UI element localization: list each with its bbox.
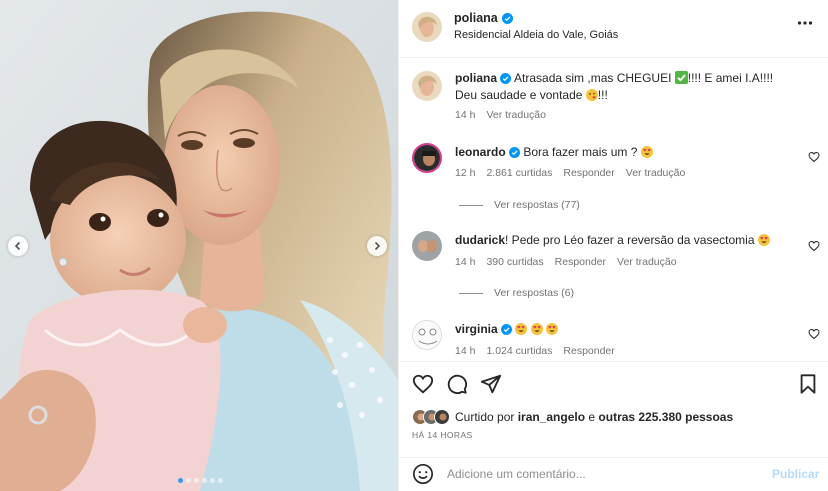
caption-line1: Atrasada sim ,mas CHEGUEI (514, 71, 672, 85)
liked-by-text: Curtido por iran_angelo e outras 225.380… (455, 410, 733, 424)
more-horizontal-icon (797, 21, 813, 25)
emoji-smiley-icon[interactable] (412, 463, 434, 485)
instagram-post-modal: poliana Residencial Aldeia do Vale, Goiá… (0, 0, 828, 491)
comment-body: Bora fazer mais um ? (523, 145, 638, 159)
commenter-username[interactable]: dudarick (455, 233, 505, 247)
comment-bubble-icon[interactable] (446, 373, 468, 395)
check-mark-emoji-icon (674, 71, 688, 84)
view-replies-label[interactable]: Ver respostas (77) (494, 199, 580, 211)
add-comment-bar: Publicar (399, 457, 828, 491)
carousel-dot (178, 478, 183, 483)
comment-text: dudarick! Pede pro Léo fazer a reversão … (455, 232, 800, 249)
comment-reply-button[interactable]: Responder (563, 167, 614, 179)
carousel-dot (202, 478, 207, 483)
comment-text: leonardo Bora fazer mais um ? (455, 144, 800, 161)
comment-input[interactable] (447, 464, 747, 484)
publish-button[interactable]: Publicar (772, 467, 819, 481)
caption-line2-end: !!! (597, 88, 608, 102)
commenter-username[interactable]: virginia (455, 322, 498, 336)
heart-eyes-emoji-icon (640, 146, 653, 158)
liked-by-others[interactable]: outras 225.380 pessoas (598, 410, 733, 424)
post-timestamp[interactable]: HÁ 14 HORAS (412, 430, 473, 440)
comment-meta: 14 h 1.024 curtidas Responder (455, 345, 615, 357)
caption-username[interactable]: poliana (455, 71, 497, 85)
post-actions: Curtido por iran_angelo e outras 225.380… (399, 361, 828, 457)
verified-badge-icon (501, 324, 513, 336)
photo-mother-and-baby (0, 0, 398, 491)
face-blowing-kiss-emoji-icon (585, 89, 598, 101)
carousel-dot (210, 478, 215, 483)
comment-likes-link[interactable]: 390 curtidas (486, 256, 543, 268)
chevron-left-icon (14, 241, 21, 251)
comment-likes-link[interactable]: 2.861 curtidas (486, 167, 552, 179)
comments-list[interactable]: poliana Atrasada sim ,mas CHEGUEI !!!! E… (399, 59, 828, 361)
comment-reply-button[interactable]: Responder (563, 345, 614, 357)
comment-time: 14 h (455, 256, 476, 268)
verified-badge-icon (501, 12, 513, 24)
commenter-avatar[interactable] (412, 320, 442, 350)
comment-like-heart-icon[interactable] (808, 240, 820, 252)
heart-eyes-emoji-icon (757, 234, 770, 246)
heart-eyes-emoji-icon (530, 323, 543, 335)
commenter-username[interactable]: leonardo (455, 145, 506, 159)
heart-eyes-emoji-icon (515, 323, 528, 335)
comment-like-heart-icon[interactable] (808, 151, 820, 163)
replies-divider-line (459, 292, 483, 294)
chevron-right-icon (374, 241, 381, 251)
carousel-prev-button[interactable] (8, 236, 28, 256)
comment-text: virginia (455, 321, 800, 338)
comment-likes-link[interactable]: 1.024 curtidas (486, 345, 552, 357)
liker-avatars (412, 409, 450, 425)
verified-badge-icon (500, 73, 512, 85)
caption-translate-link[interactable]: Ver tradução (486, 109, 546, 121)
comment-translate-link[interactable]: Ver tradução (617, 256, 677, 268)
comment-translate-link[interactable]: Ver tradução (626, 167, 686, 179)
carousel-dot (218, 478, 223, 483)
comment-time: 14 h (455, 345, 476, 357)
caption-time: 14 h (455, 109, 476, 121)
caption-line2: Deu saudade e vontade (455, 88, 583, 102)
heart-eyes-emoji-icon (546, 323, 559, 335)
comment-meta: 12 h 2.861 curtidas Responder Ver traduç… (455, 167, 685, 179)
commenter-avatar[interactable] (412, 231, 442, 261)
comment-reply-button[interactable]: Responder (555, 256, 606, 268)
post-header: poliana Residencial Aldeia do Vale, Goiá… (399, 0, 828, 58)
replies-divider-line (459, 204, 483, 206)
bookmark-save-icon[interactable] (797, 373, 819, 395)
liked-by-middle: e (585, 410, 599, 424)
caption-line1-end: !!!! E amei I.A!!!! (687, 71, 774, 85)
comment-body: ! Pede pro Léo fazer a reversão da vasec… (505, 233, 755, 247)
view-replies-button[interactable]: Ver respostas (6) (459, 287, 574, 299)
comment-like-heart-icon[interactable] (808, 328, 820, 340)
liked-by-summary: Curtido por iran_angelo e outras 225.380… (412, 409, 733, 425)
carousel-dot (186, 478, 191, 483)
post-image[interactable] (0, 0, 398, 491)
comment-meta: 14 h 390 curtidas Responder Ver tradução (455, 256, 677, 268)
carousel-indicator (178, 478, 223, 483)
post-location[interactable]: Residencial Aldeia do Vale, Goiás (454, 29, 618, 41)
view-replies-button[interactable]: Ver respostas (77) (459, 199, 580, 211)
author-username[interactable]: poliana (454, 11, 498, 25)
view-replies-label[interactable]: Ver respostas (6) (494, 287, 574, 299)
author-avatar[interactable] (412, 12, 442, 42)
carousel-next-button[interactable] (367, 236, 387, 256)
verified-badge-icon (509, 147, 521, 159)
liked-by-prefix: Curtido por (455, 410, 518, 424)
carousel-dot (194, 478, 199, 483)
caption-meta: 14 h Ver tradução (455, 109, 546, 121)
caption-avatar[interactable] (412, 71, 442, 101)
commenter-avatar[interactable] (412, 143, 442, 173)
caption-text: poliana Atrasada sim ,mas CHEGUEI !!!! E… (455, 70, 800, 104)
share-send-icon[interactable] (480, 373, 502, 395)
more-options-button[interactable] (797, 15, 813, 36)
comment-time: 12 h (455, 167, 476, 179)
like-heart-icon[interactable] (412, 373, 434, 395)
liked-by-user[interactable]: iran_angelo (518, 410, 585, 424)
liker-avatar (434, 409, 450, 425)
post-details-panel: poliana Residencial Aldeia do Vale, Goiá… (398, 0, 828, 491)
